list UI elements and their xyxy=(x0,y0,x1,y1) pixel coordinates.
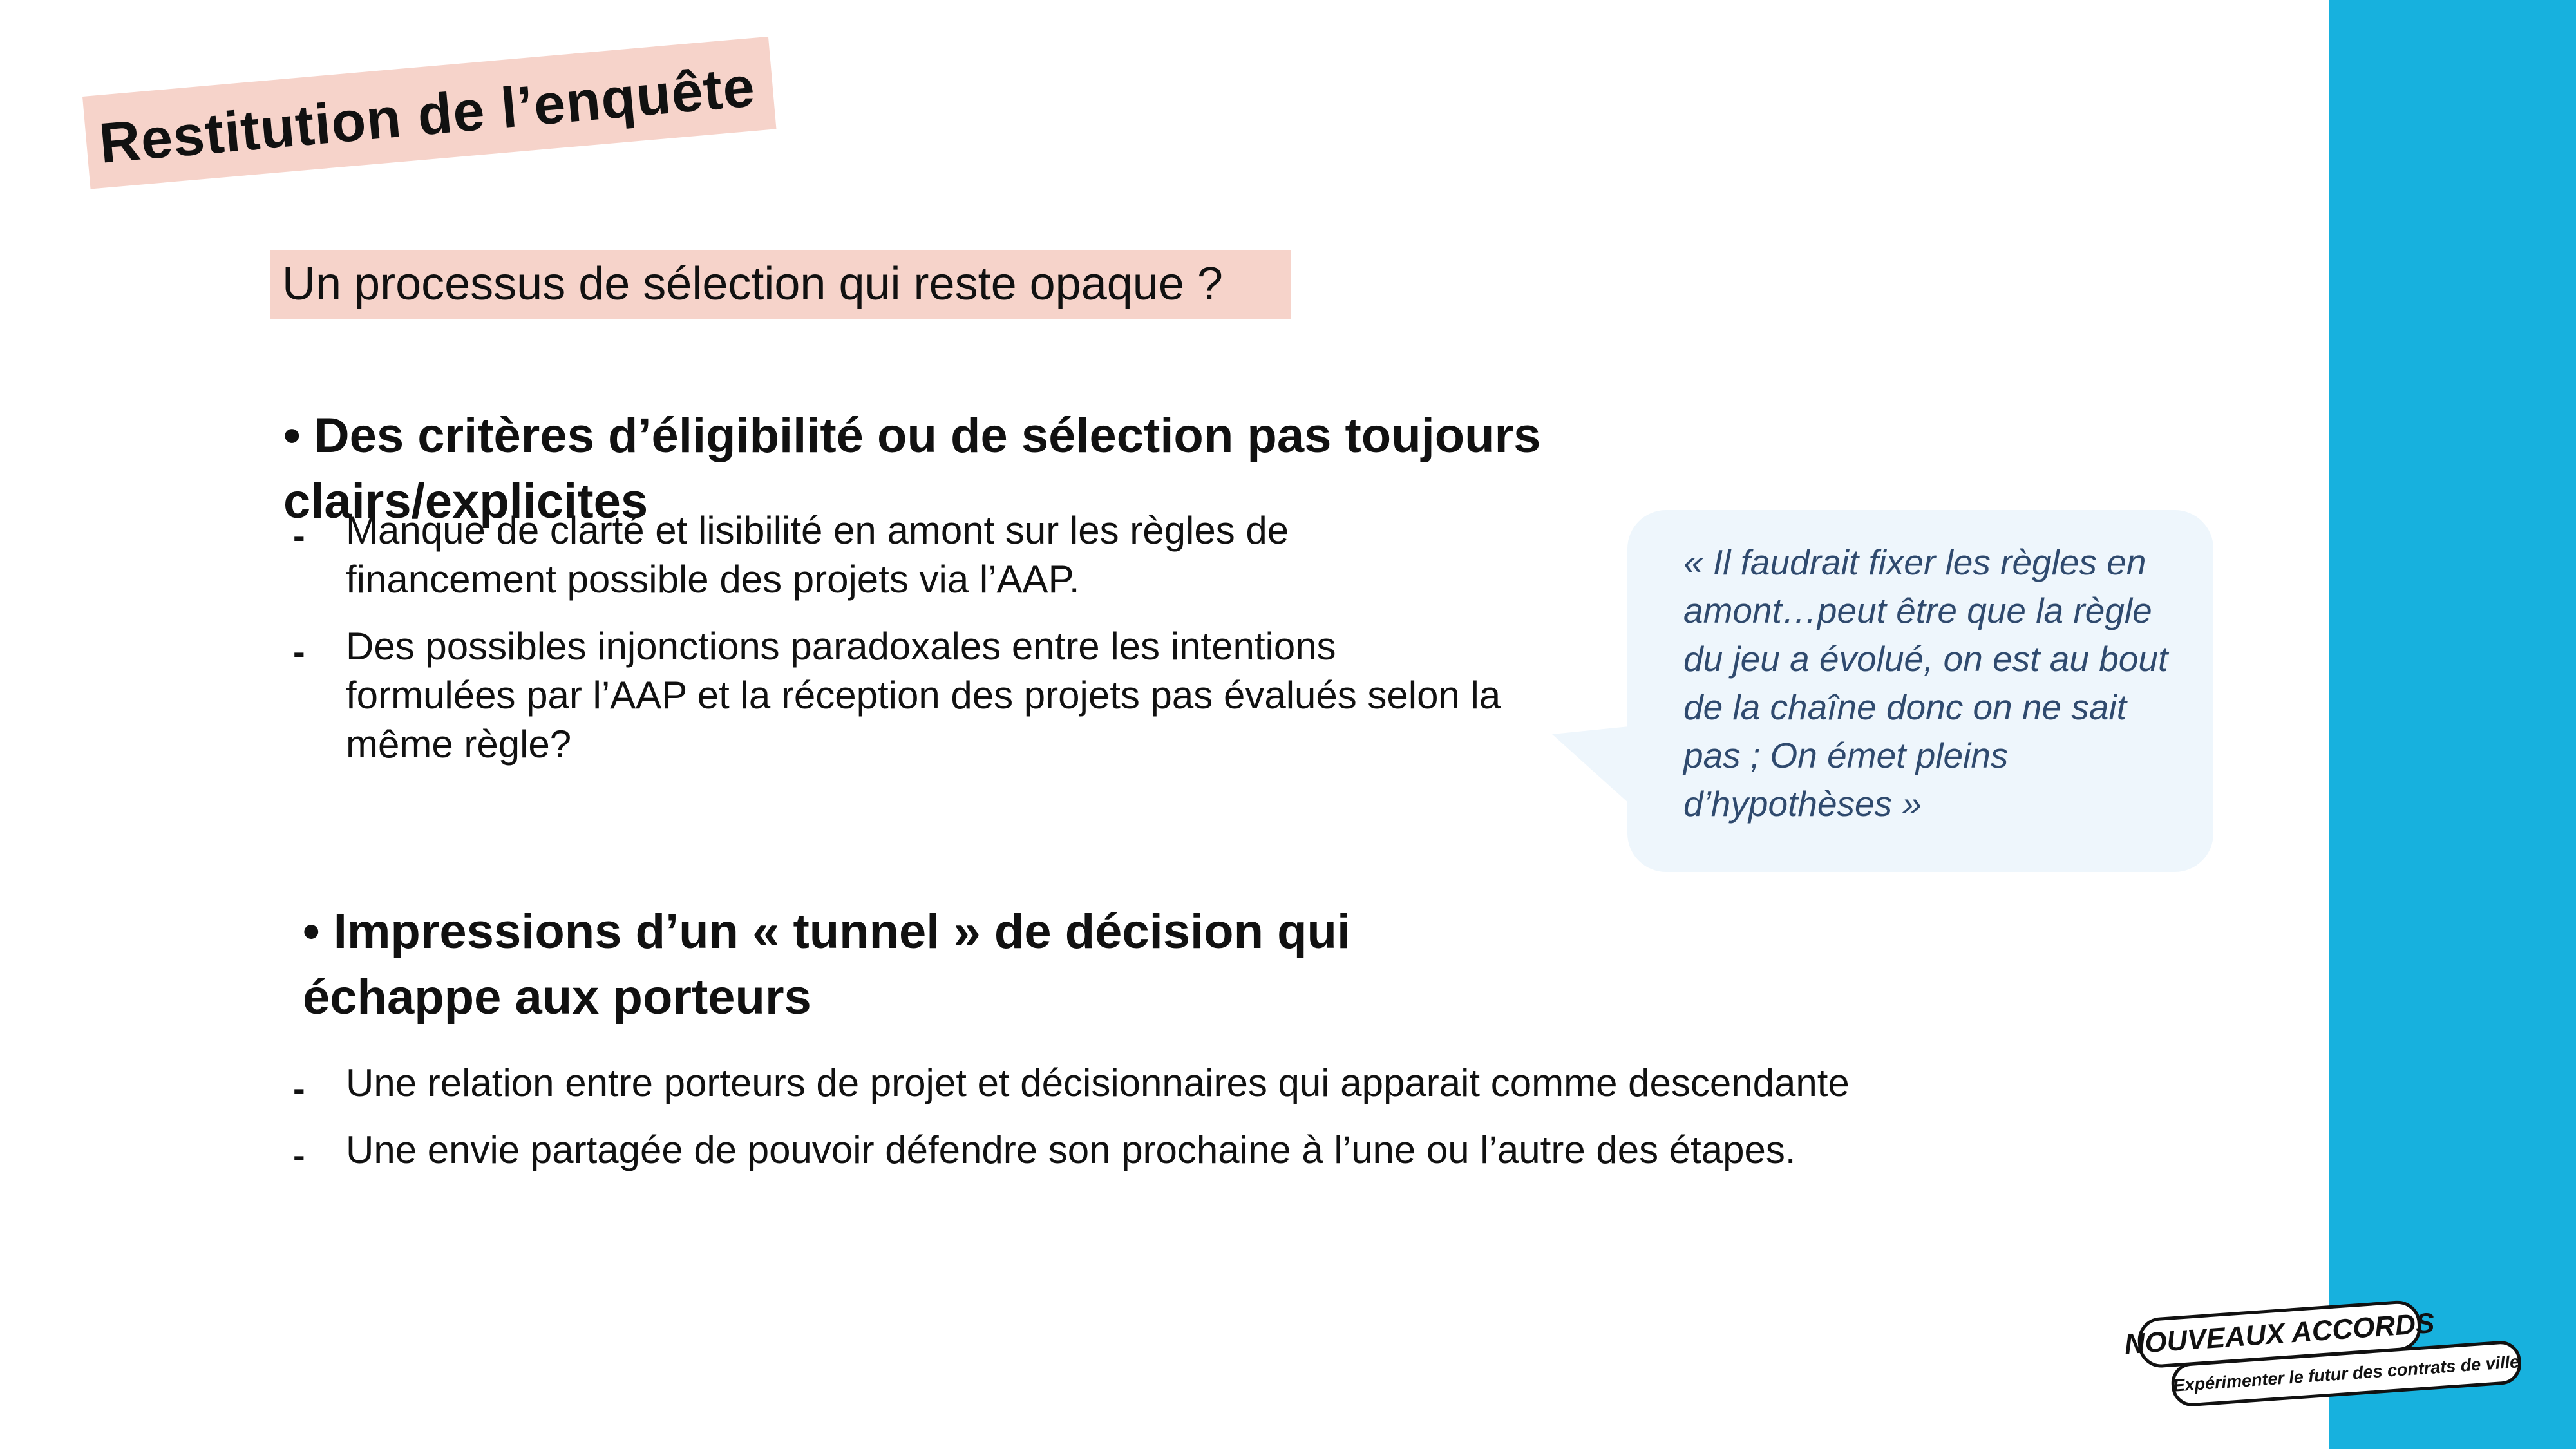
slide-subtitle: Un processus de sélection qui reste opaq… xyxy=(270,250,1291,319)
dash-marker: - xyxy=(293,1068,305,1108)
dash-marker: - xyxy=(293,631,305,672)
section2-heading: • Impressions d’un « tunnel » de décisio… xyxy=(303,904,1351,1025)
list-item: - Manque de clarté et lisibilité en amon… xyxy=(293,506,1504,604)
section1-list: - Manque de clarté et lisibilité en amon… xyxy=(293,506,1504,787)
title-banner: Restitution de l’enquête xyxy=(82,36,777,189)
list-item: - Une relation entre porteurs de projet … xyxy=(293,1059,2161,1108)
list-item-text: Des possibles injonctions paradoxales en… xyxy=(346,625,1501,766)
dash-marker: - xyxy=(293,515,305,556)
list-item: - Des possibles injonctions paradoxales … xyxy=(293,622,1504,769)
slide-title: Restitution de l’enquête xyxy=(82,36,777,189)
list-item-text: Une envie partagée de pouvoir défendre s… xyxy=(346,1128,1796,1171)
right-accent-bar xyxy=(2329,0,2576,1449)
section2-list: - Une relation entre porteurs de projet … xyxy=(293,1059,2161,1193)
quote-bubble-tail xyxy=(1552,721,1681,850)
list-item-text: Une relation entre porteurs de projet et… xyxy=(346,1061,1850,1104)
quote-text: « Il faudrait fixer les règles en amont…… xyxy=(1683,542,2168,824)
dash-marker: - xyxy=(293,1135,305,1175)
nouveaux-accords-logo: NOUVEAUX ACCORDS Expérimenter le futur d… xyxy=(2123,1299,2524,1412)
list-item: - Une envie partagée de pouvoir défendre… xyxy=(293,1126,2161,1175)
list-item-text: Manque de clarté et lisibilité en amont … xyxy=(346,509,1289,601)
